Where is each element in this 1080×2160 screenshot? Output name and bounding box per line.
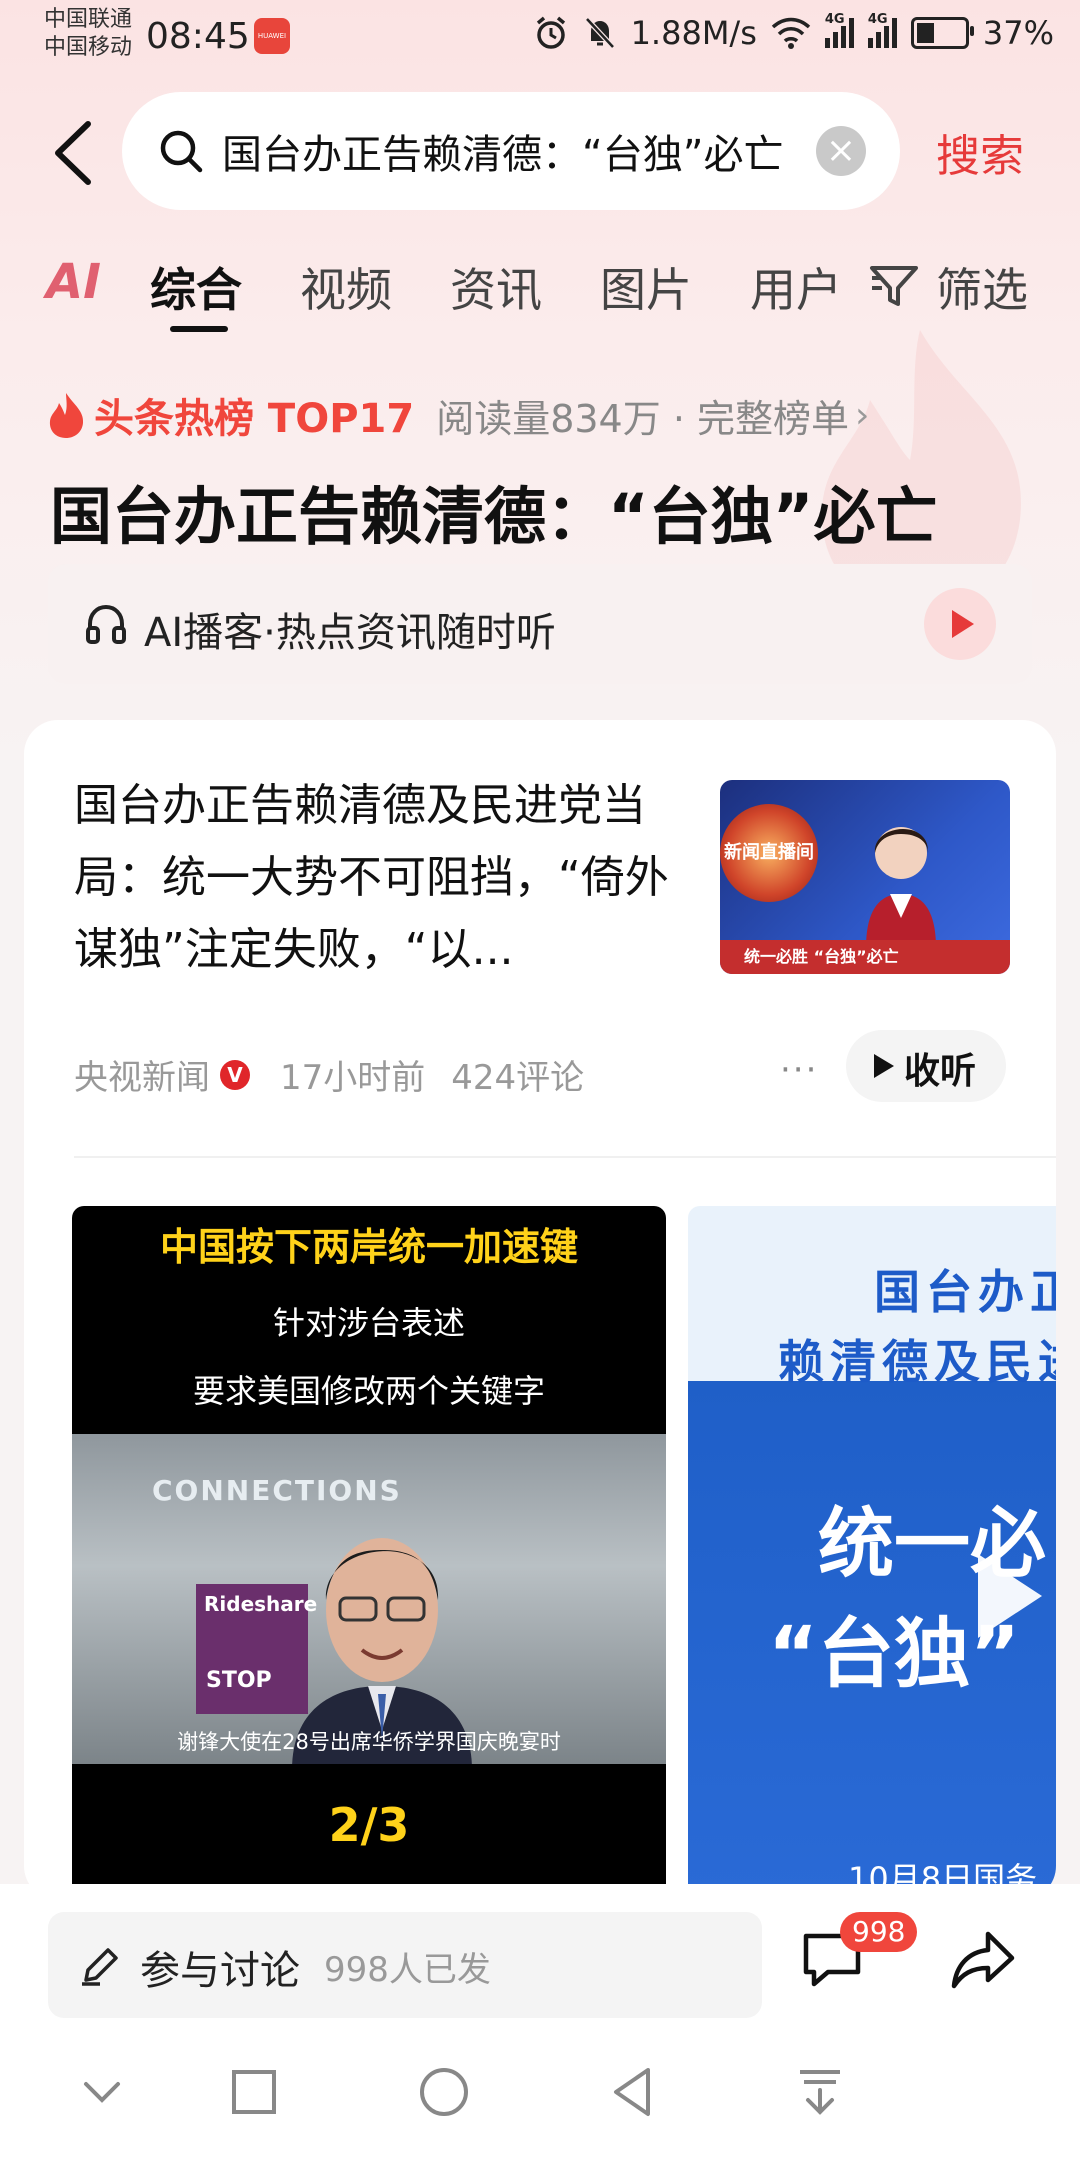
video1-caption: 谢锋大使在28号出席华侨学界国庆晚宴时 xyxy=(177,1730,561,1754)
nav-back-icon[interactable] xyxy=(604,2062,664,2122)
listen-label: 收听 xyxy=(904,1051,977,1092)
listen-button[interactable]: 收听 xyxy=(846,1030,1006,1102)
video1-title: 中国按下两岸统一加速键 xyxy=(159,1225,578,1269)
battery-percent: 37% xyxy=(982,14,1054,52)
huawei-app-icon: HUAWEI xyxy=(254,18,290,54)
battery-icon xyxy=(910,17,974,49)
category-tabs: AI 综合 视频 资讯 图片 用户 筛选 xyxy=(0,248,1080,338)
video1-subtitle-1: 针对涉台表述 xyxy=(272,1304,465,1342)
scene-stop-text: STOP xyxy=(206,1668,272,1693)
carrier-info: 中国联通 中国移动 xyxy=(44,6,132,62)
podcast-play-button[interactable] xyxy=(924,588,996,660)
play-icon xyxy=(874,1054,894,1078)
pen-icon xyxy=(82,1948,118,1986)
podcast-label: AI播客·热点资讯随时听 xyxy=(144,610,556,656)
video1-subtitle-2: 要求美国修改两个关键字 xyxy=(192,1372,545,1410)
active-tab-indicator xyxy=(170,326,228,332)
hot-list-title: 头条热榜 TOP17 xyxy=(94,396,415,442)
network-type-2: 4G xyxy=(867,12,888,27)
discuss-label: 参与讨论 xyxy=(140,1948,300,1994)
more-options-icon[interactable]: ··· xyxy=(780,1050,818,1090)
news-thumbnail[interactable]: 新闻直播间 统一必胜 “台独”必亡 xyxy=(720,780,1010,974)
news-source[interactable]: 央视新闻 xyxy=(74,1050,210,1099)
alarm-icon xyxy=(536,16,565,49)
status-right: 1.88M/s 4G 4G 37% xyxy=(533,12,1054,52)
recent-apps-icon[interactable] xyxy=(224,2062,284,2122)
video2-line-2: 赖清德及民进 xyxy=(778,1335,1056,1389)
thumb-ticker-text: 统一必胜 “台独”必亡 xyxy=(744,947,899,966)
video-tile-1[interactable]: 中国按下两岸统一加速键 针对涉台表述 要求美国修改两个关键字 CONNECTIO… xyxy=(72,1206,666,1900)
search-icon xyxy=(160,130,203,173)
thumb-logo: 新闻直播间 xyxy=(724,842,814,863)
home-circle-icon[interactable] xyxy=(414,2062,474,2122)
tab-filter[interactable]: 筛选 xyxy=(936,254,1028,320)
hot-list-link[interactable]: 头条热榜 TOP17 阅读量834万 · 完整榜单 › xyxy=(46,386,869,444)
tab-news[interactable]: 资讯 xyxy=(450,254,542,320)
tab-users[interactable]: 用户 xyxy=(750,254,842,320)
carrier-2: 中国移动 xyxy=(44,35,133,60)
signal-2: 4G xyxy=(867,12,897,48)
discuss-count: 998人已发 xyxy=(324,1950,491,1990)
bottom-bar: 参与讨论 998人已发 998 xyxy=(0,1884,1080,2160)
search-button[interactable]: 搜索 xyxy=(936,120,1024,184)
search-input[interactable]: 国台办正告赖清德：“台独”必亡 xyxy=(222,122,782,180)
headphone-icon xyxy=(86,604,126,644)
tab-video[interactable]: 视频 xyxy=(300,254,392,320)
news-meta: 央视新闻 V 17小时前 424评论 xyxy=(74,1050,584,1099)
back-icon[interactable] xyxy=(50,118,96,188)
filter-icon[interactable] xyxy=(868,264,920,308)
wifi-icon xyxy=(771,17,811,49)
thumb-ticker: 统一必胜 “台独”必亡 xyxy=(720,940,1010,974)
clear-search-icon[interactable]: × xyxy=(816,126,866,176)
divider xyxy=(74,1156,1056,1158)
speaker-image xyxy=(292,1538,472,1764)
video-play-icon[interactable] xyxy=(978,1554,1042,1638)
carrier-1: 中国联通 xyxy=(44,7,133,32)
discuss-input[interactable]: 参与讨论 998人已发 xyxy=(48,1912,762,2018)
mute-icon xyxy=(584,17,615,49)
video2-line-1: 国台办正 xyxy=(874,1265,1056,1319)
verified-badge-icon: V xyxy=(220,1059,250,1090)
news-time: 17小时前 xyxy=(280,1058,426,1098)
hot-list-meta: 阅读量834万 · 完整榜单 xyxy=(436,396,849,441)
news-anchor-image xyxy=(866,827,936,948)
status-time: 08:45 xyxy=(146,16,250,57)
network-speed: 1.88M/s xyxy=(630,14,757,52)
download-icon[interactable] xyxy=(790,2062,850,2122)
signal-1: 4G xyxy=(824,12,854,48)
network-type-1: 4G xyxy=(824,12,845,27)
status-bar: 中国联通 中国移动 08:45 HUAWEI 1.88M/s 4G 4G 37% xyxy=(0,0,1080,78)
ai-podcast-bar[interactable]: AI播客·热点资讯随时听 xyxy=(48,564,1032,684)
search-box[interactable]: 国台办正告赖清德：“台独”必亡 × xyxy=(122,92,900,210)
video1-page-indicator: 2/3 xyxy=(328,1798,410,1852)
news-title[interactable]: 国台办正告赖清德及民进党当局：统一大势不可阻挡，“倚外谋独”注定失败，“以... xyxy=(74,770,674,986)
tab-images[interactable]: 图片 xyxy=(600,254,692,320)
tab-comprehensive[interactable]: 综合 xyxy=(150,254,242,320)
comment-count-badge: 998 xyxy=(840,1912,918,1952)
tab-ai[interactable]: AI xyxy=(46,254,101,310)
topic-headline: 国台办正告赖清德：“台独”必亡 xyxy=(50,480,938,553)
news-comment-count: 424评论 xyxy=(451,1058,585,1098)
flame-icon xyxy=(49,393,84,438)
video1-scene-image: CONNECTIONS Rideshare STOP xyxy=(72,1434,666,1764)
chevron-down-icon[interactable] xyxy=(72,2062,132,2122)
battery-level xyxy=(916,23,934,43)
video-tile-2[interactable]: 国台办正 赖清德及民进 统一必 “台独” 10月8日国务 xyxy=(688,1206,1056,1900)
share-icon[interactable] xyxy=(950,1928,1016,1992)
news-card[interactable]: 国台办正告赖清德及民进党当局：统一大势不可阻挡，“倚外谋独”注定失败，“以...… xyxy=(24,720,1056,1900)
chevron-right-icon: › xyxy=(854,394,870,436)
